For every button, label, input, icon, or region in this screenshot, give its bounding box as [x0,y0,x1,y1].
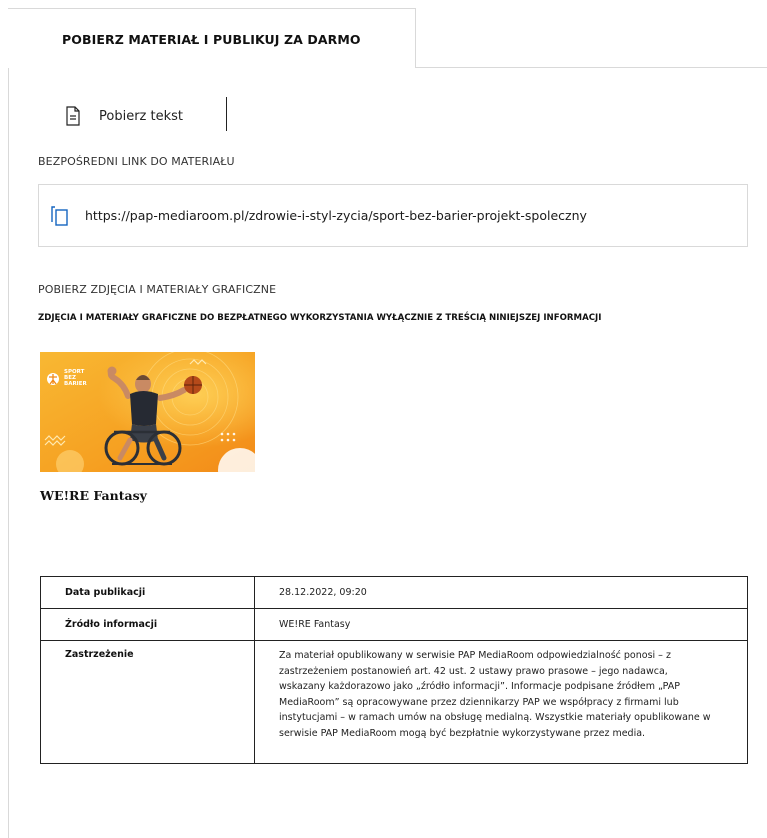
table-row: Źródło informacji WE!RE Fantasy [40,608,748,641]
table-value-disclaimer: Za materiał opublikowany w serwisie PAP … [254,640,748,764]
tab-baseline [416,67,767,68]
download-text-button[interactable]: Pobierz tekst [66,100,183,132]
photo-thumbnail[interactable]: SPORT BEZ BARIER [40,352,255,472]
table-key-disclaimer: Zastrzeżenie [40,640,255,764]
table-value-source: WE!RE Fantasy [254,608,748,641]
photos-heading: POBIERZ ZDJĘCIA I MATERIAŁY GRAFICZNE [38,283,277,296]
content-left-border [8,8,9,838]
copy-icon[interactable] [51,205,69,227]
vertical-divider [226,97,227,131]
document-icon [66,106,80,126]
tab-download-material[interactable]: POBIERZ MATERIAŁ I PUBLIKUJ ZA DARMO [8,8,416,68]
table-key-publication-date: Data publikacji [40,576,255,609]
svg-text:BARIER: BARIER [64,381,87,387]
table-value-publication-date: 28.12.2022, 09:20 [254,576,748,609]
photos-subheading: ZDJĘCIA I MATERIAŁY GRAFICZNE DO BEZPŁAT… [38,313,602,323]
direct-link-box: https://pap-mediaroom.pl/zdrowie-i-styl-… [38,184,748,247]
download-text-label: Pobierz tekst [99,108,183,124]
direct-link-url[interactable]: https://pap-mediaroom.pl/zdrowie-i-styl-… [85,208,587,223]
publication-info-table: Data publikacji 28.12.2022, 09:20 Źródło… [40,576,748,764]
table-row: Data publikacji 28.12.2022, 09:20 [40,576,748,609]
direct-link-heading: BEZPOŚREDNI LINK DO MATERIAŁU [38,155,235,168]
table-row: Zastrzeżenie Za materiał opublikowany w … [40,640,748,764]
tab-label: POBIERZ MATERIAŁ I PUBLIKUJ ZA DARMO [62,32,361,47]
table-key-source: Źródło informacji [40,608,255,641]
photo-caption: WE!RE Fantasy [40,488,147,503]
